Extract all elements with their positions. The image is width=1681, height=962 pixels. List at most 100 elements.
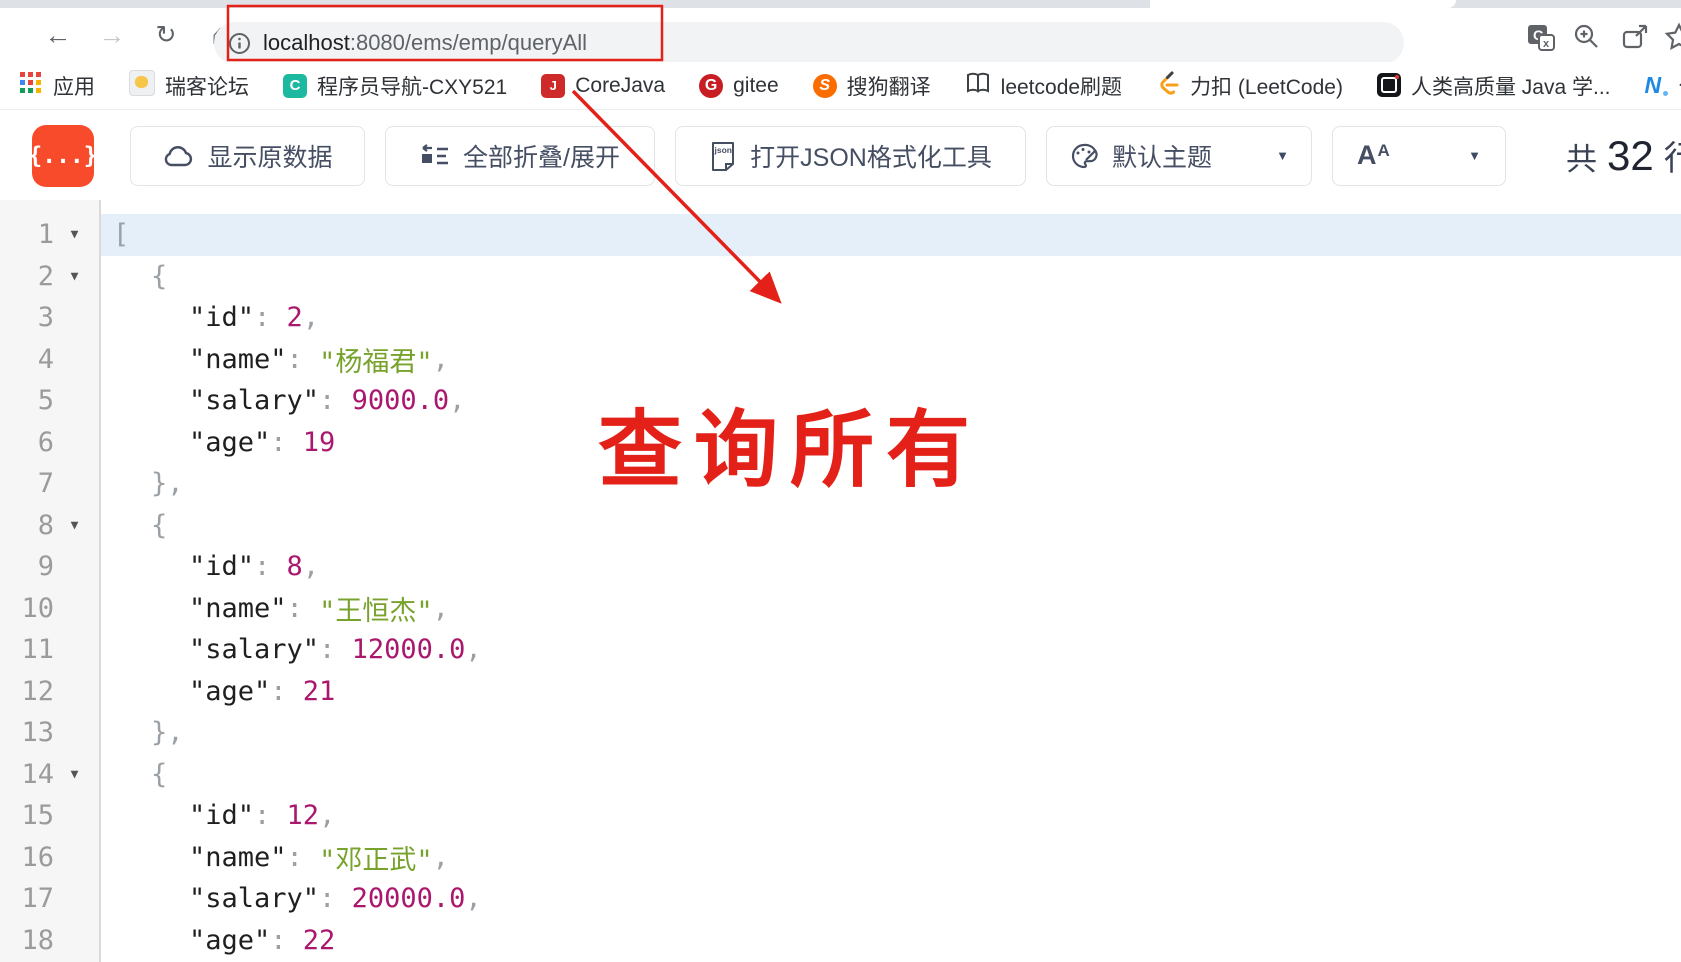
json-line: "age": 22 xyxy=(101,920,1681,962)
json-token: : xyxy=(254,800,287,831)
json-token: 12 xyxy=(287,800,320,831)
json-line: "salary": 20000.0, xyxy=(101,878,1681,920)
annotation-text: 查询所有 xyxy=(598,408,982,492)
bookmark-item[interactable]: C程序员导航-CXY521 xyxy=(283,71,507,101)
bookmark-item[interactable]: JCoreJava xyxy=(541,74,665,98)
wechat-n-icon: N xyxy=(1645,72,1669,99)
json-line: [ xyxy=(101,214,1681,256)
line-number: 11 xyxy=(0,634,54,665)
json-token: 8 xyxy=(287,551,303,582)
json-token: 2 xyxy=(287,302,303,333)
forum-icon xyxy=(129,70,155,101)
json-token: : xyxy=(319,385,352,416)
cloud-icon xyxy=(162,144,194,168)
bookmark-item[interactable]: 瑞客论坛 xyxy=(129,70,249,101)
json-token: "邓正武" xyxy=(319,838,433,877)
json-token: , xyxy=(303,302,319,333)
collapse-icon xyxy=(420,143,450,169)
gutter-line: 1▼ xyxy=(0,214,99,256)
json-token: "id" xyxy=(189,800,254,831)
json-token: , xyxy=(433,344,449,375)
bookmark-item[interactable]: 力扣 (LeetCode) xyxy=(1156,70,1343,101)
json-token: }, xyxy=(151,468,184,499)
fold-toggle-icon[interactable]: ▼ xyxy=(54,767,95,782)
java-icon: J xyxy=(541,74,565,98)
json-line: "id": 2, xyxy=(101,297,1681,339)
bookmark-label: gitee xyxy=(733,74,779,98)
json-formatter-toolbar: {...} 显示原数据 全部折叠/展开 json 打开JSON格式化工具 默认主… xyxy=(0,111,1681,203)
active-tab-bottom xyxy=(1150,0,1456,8)
line-number: 5 xyxy=(0,385,54,416)
bookmark-item[interactable]: leetcode刷题 xyxy=(965,71,1122,101)
json-token: { xyxy=(151,510,167,541)
bookmark-label: 人类高质量 Java 学... xyxy=(1411,71,1611,101)
json-token: , xyxy=(465,883,481,914)
share-icon[interactable] xyxy=(1620,22,1650,52)
font-size-select[interactable]: AA▼ xyxy=(1332,126,1506,186)
json-token: }, xyxy=(151,717,184,748)
json-token: , xyxy=(319,800,335,831)
book-icon xyxy=(965,71,991,100)
bookmark-item[interactable]: 应用 xyxy=(20,71,95,101)
leetcode-icon xyxy=(1156,70,1180,101)
bookmark-label: 瑞客论坛 xyxy=(165,71,249,101)
gutter-line: 13 xyxy=(0,712,99,754)
open-json-formatter-button[interactable]: json 打开JSON格式化工具 xyxy=(675,126,1026,186)
fold-toggle-icon[interactable]: ▼ xyxy=(54,269,95,284)
formatter-buttons: 显示原数据 全部折叠/展开 json 打开JSON格式化工具 默认主题 ▼ AA▼ xyxy=(130,126,1506,186)
line-number: 16 xyxy=(0,842,54,873)
theme-select[interactable]: 默认主题 ▼ xyxy=(1046,126,1312,186)
json-code: [{"id": 2,"name": "杨福君","salary": 9000.0… xyxy=(101,200,1681,962)
json-token: 20000.0 xyxy=(352,883,466,914)
line-number: 14 xyxy=(0,759,54,790)
json-token: "杨福君" xyxy=(319,340,433,379)
json-token: "name" xyxy=(189,593,287,624)
json-token: "name" xyxy=(189,344,287,375)
button-label: 默认主题 xyxy=(1112,138,1212,174)
json-line: "salary": 12000.0, xyxy=(101,629,1681,671)
translate-icon[interactable]: G x xyxy=(1526,22,1556,52)
json-token: : xyxy=(287,842,320,873)
json-token: 21 xyxy=(303,676,336,707)
fold-toggle-icon[interactable]: ▼ xyxy=(54,518,95,533)
json-token: : xyxy=(287,344,320,375)
json-token: : xyxy=(270,676,303,707)
fold-toggle-icon[interactable]: ▼ xyxy=(54,227,95,242)
json-token: , xyxy=(449,385,465,416)
line-number: 8 xyxy=(0,510,54,541)
bookmark-item[interactable]: Ggitee xyxy=(699,74,779,98)
reload-icon[interactable]: ↻ xyxy=(146,15,186,55)
line-number-gutter: 1▼2▼345678▼91011121314▼15161718 xyxy=(0,200,101,962)
json-token: [ xyxy=(113,219,129,250)
collapse-expand-all-button[interactable]: 全部折叠/展开 xyxy=(385,126,655,186)
json-token: , xyxy=(303,551,319,582)
json-token: , xyxy=(433,842,449,873)
json-token: : xyxy=(254,551,287,582)
json-token: { xyxy=(151,261,167,292)
line-number: 7 xyxy=(0,468,54,499)
line-number: 12 xyxy=(0,676,54,707)
address-bar[interactable]: localhost:8080/ems/emp/queryAll xyxy=(214,22,1404,64)
bookmark-item[interactable]: N公众号 xyxy=(1645,71,1681,101)
bookmark-label: leetcode刷题 xyxy=(1001,71,1122,101)
back-icon[interactable]: ← xyxy=(38,15,78,55)
bookmark-label: 搜狗翻译 xyxy=(847,71,931,101)
forward-icon[interactable]: → xyxy=(92,15,132,55)
json-token: 19 xyxy=(303,427,336,458)
url-text[interactable]: localhost:8080/ems/emp/queryAll xyxy=(263,30,587,56)
page-info-icon[interactable] xyxy=(228,32,251,55)
gutter-line: 12 xyxy=(0,671,99,713)
json-line: "age": 21 xyxy=(101,671,1681,713)
bookmark-star-icon[interactable] xyxy=(1664,22,1681,52)
json-line: { xyxy=(101,505,1681,547)
show-raw-data-button[interactable]: 显示原数据 xyxy=(130,126,365,186)
chevron-down-icon: ▼ xyxy=(1276,148,1289,163)
font-size-icon: AA xyxy=(1357,142,1390,169)
json-line: { xyxy=(101,256,1681,298)
bookmark-item[interactable]: 人类高质量 Java 学... xyxy=(1377,71,1611,101)
zoom-icon[interactable] xyxy=(1572,22,1602,52)
json-token: 12000.0 xyxy=(352,634,466,665)
json-token: 22 xyxy=(303,925,336,956)
bookmark-item[interactable]: S搜狗翻译 xyxy=(813,71,931,101)
json-token: { xyxy=(151,759,167,790)
